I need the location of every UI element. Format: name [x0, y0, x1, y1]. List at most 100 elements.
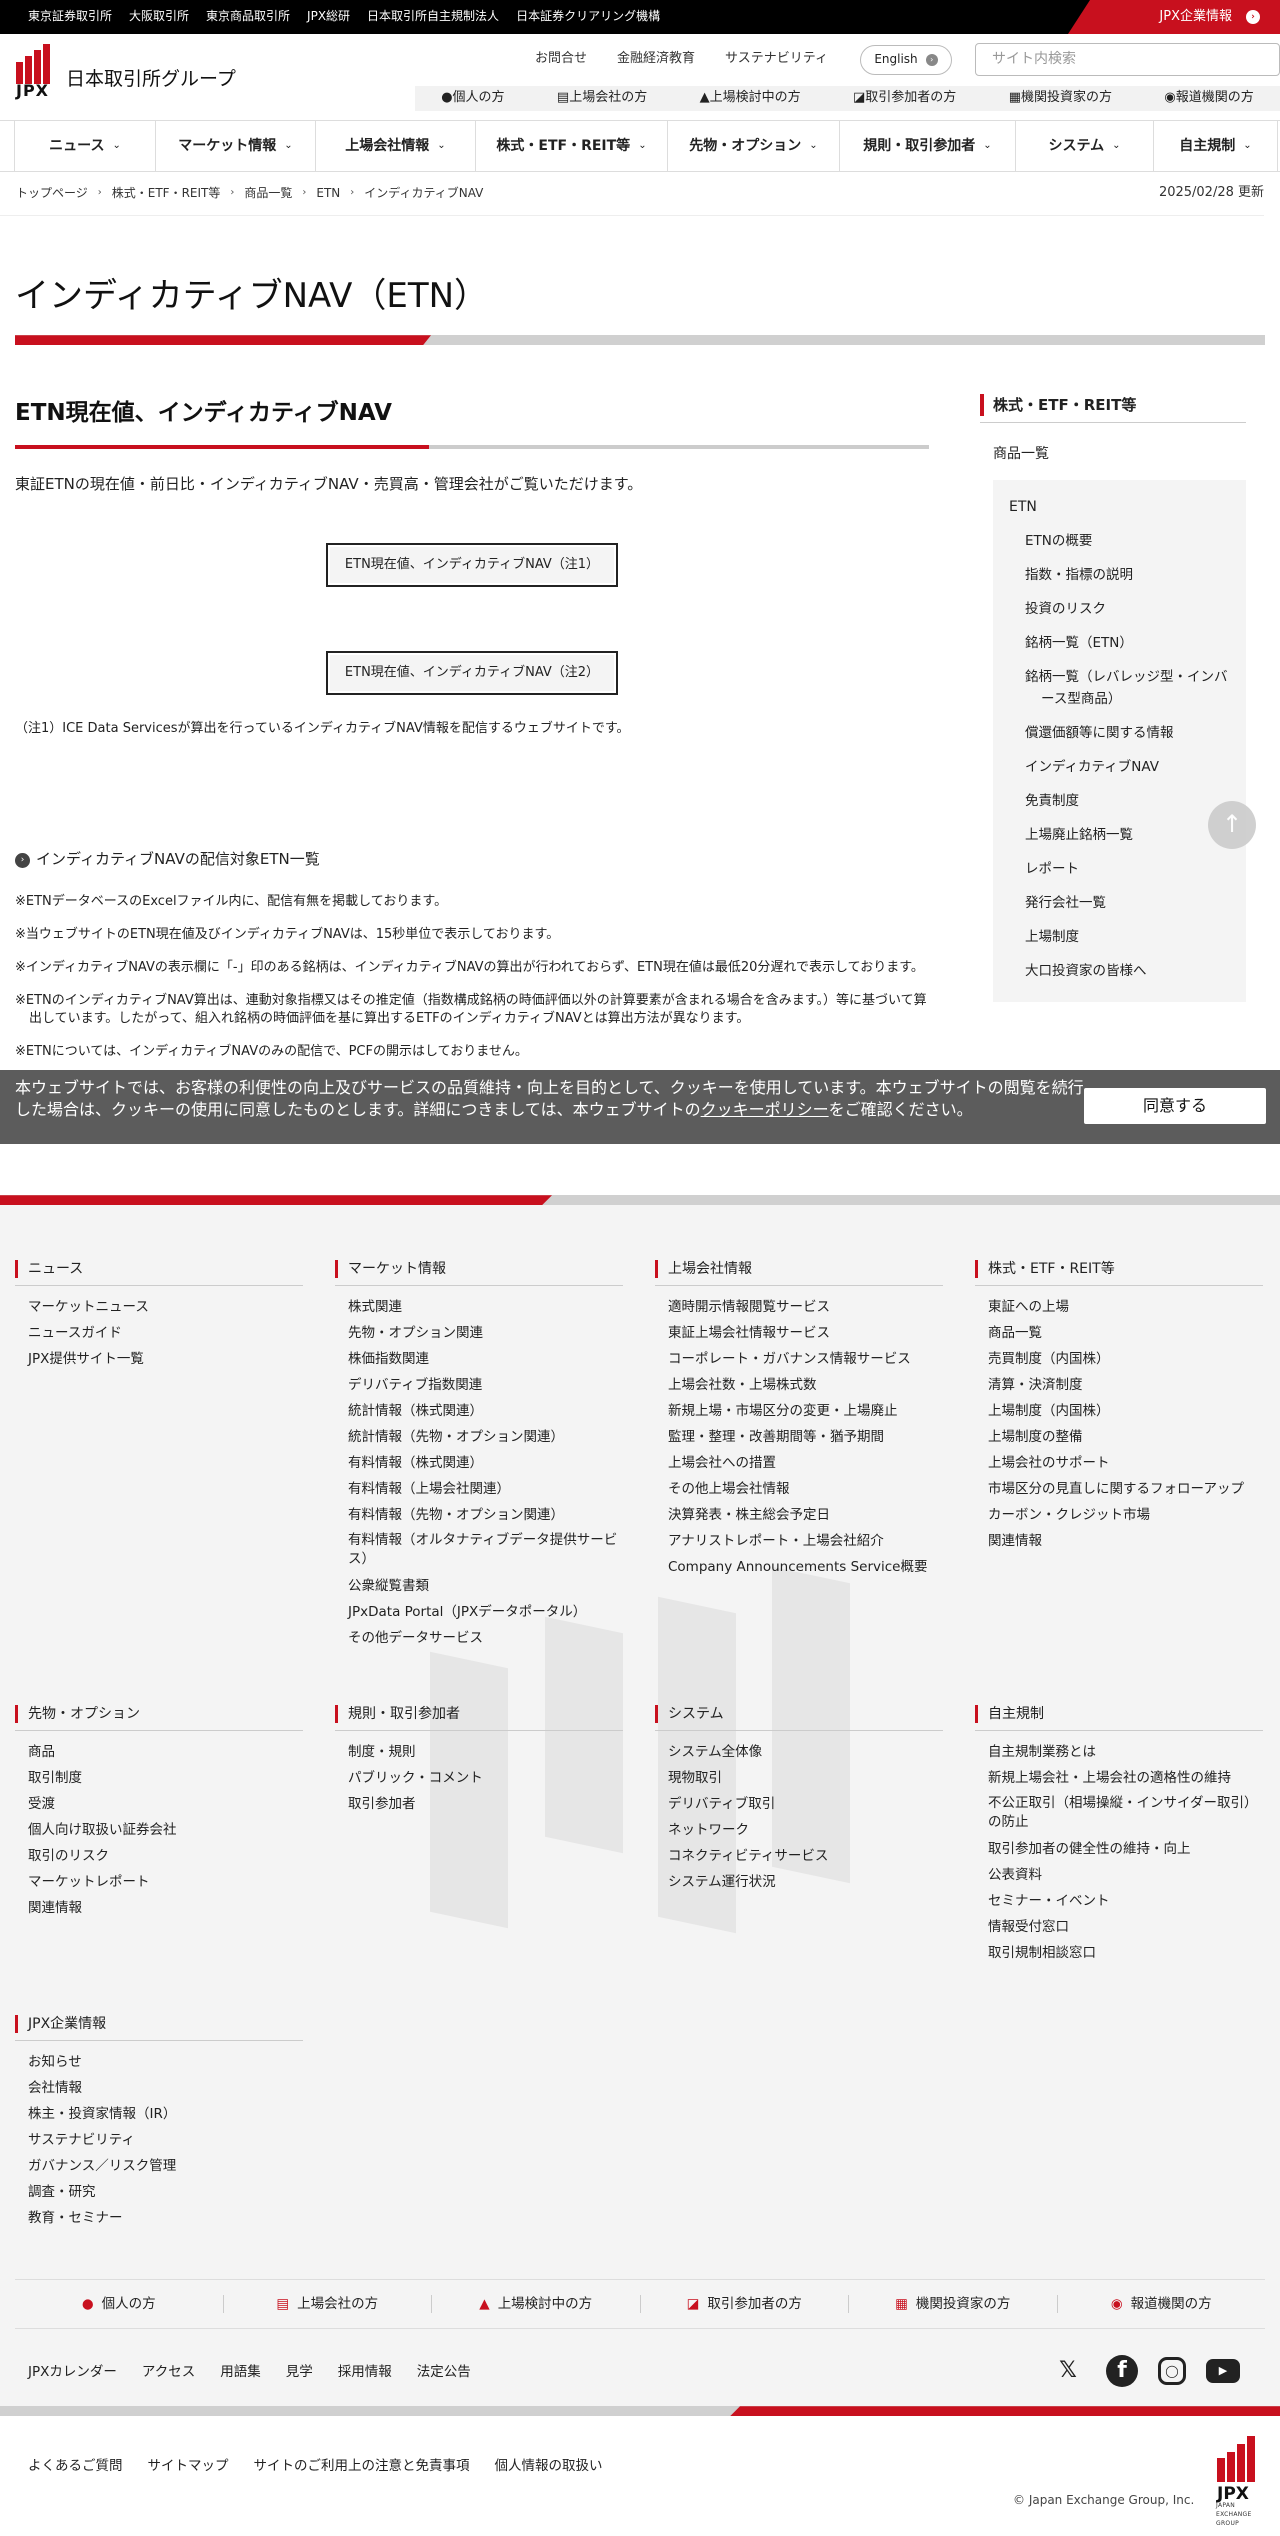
audience-candidate[interactable]: ▲上場検討中の方: [700, 89, 801, 108]
sidebar-item[interactable]: レポート: [993, 852, 1246, 886]
footer-link[interactable]: その他データサービス: [335, 1625, 623, 1651]
header-link-education[interactable]: 金融経済教育: [617, 50, 695, 69]
instagram-icon[interactable]: ◯: [1158, 2357, 1186, 2386]
gnav-news[interactable]: ニュース ⌄: [14, 121, 156, 171]
gnav-listed[interactable]: 上場会社情報 ⌄: [316, 121, 476, 171]
top-link-jscc[interactable]: 日本証券クリアリング機構: [516, 8, 660, 25]
sidebar-item-products[interactable]: 商品一覧: [993, 444, 1246, 464]
footer-audience-institutional[interactable]: ▦ 機関投資家の方: [849, 2295, 1058, 2314]
footer-link[interactable]: 決算発表・株主総会予定日: [655, 1502, 943, 1528]
footer-link[interactable]: 教育・セミナー: [15, 2205, 303, 2231]
footer-link[interactable]: 取引参加者の健全性の維持・向上: [975, 1836, 1263, 1862]
footer-link[interactable]: コーポレート・ガバナンス情報サービス: [655, 1346, 943, 1372]
top-link-tocom[interactable]: 東京商品取引所: [206, 8, 290, 25]
etn-nav-button-2[interactable]: ETN現在値、インディカティブNAV（注2）: [326, 651, 618, 696]
footer-link[interactable]: デリバティブ取引: [655, 1791, 943, 1817]
sidebar-item[interactable]: 投資のリスク: [993, 592, 1246, 626]
footer-link[interactable]: 適時開示情報閲覧サービス: [655, 1294, 943, 1320]
audience-press[interactable]: ◉報道機関の方: [1164, 89, 1253, 108]
footer-link[interactable]: コネクティビティサービス: [655, 1843, 943, 1869]
footer-link[interactable]: 清算・決済制度: [975, 1372, 1263, 1398]
bottom-link-terms[interactable]: サイトのご利用上の注意と免責事項: [254, 2457, 470, 2477]
footer-link[interactable]: パブリック・コメント: [335, 1765, 623, 1791]
youtube-icon[interactable]: ▶: [1206, 2359, 1240, 2384]
footer-link[interactable]: 不公正取引（相場操縦・インサイダー取引）の防止: [975, 1791, 1263, 1836]
footer-link[interactable]: サステナビリティ: [15, 2127, 303, 2153]
gnav-stocks[interactable]: 株式・ETF・REIT等 ⌄: [476, 121, 668, 171]
breadcrumb-top[interactable]: トップページ: [16, 185, 88, 202]
footer-link[interactable]: Company Announcements Service概要: [655, 1554, 943, 1580]
x-icon[interactable]: 𝕏: [1050, 2353, 1086, 2389]
footer-audience-candidate[interactable]: ▲ 上場検討中の方: [432, 2295, 641, 2314]
footer-link[interactable]: 東証上場会社情報サービス: [655, 1320, 943, 1346]
footer-link[interactable]: 有料情報（先物・オプション関連）: [335, 1502, 623, 1528]
footer-link[interactable]: セミナー・イベント: [975, 1888, 1263, 1914]
sidebar-item-etn[interactable]: ETN: [993, 490, 1246, 524]
footer-link[interactable]: 取引制度: [15, 1765, 303, 1791]
footer-link[interactable]: お知らせ: [15, 2049, 303, 2075]
footer-link[interactable]: 統計情報（先物・オプション関連）: [335, 1424, 623, 1450]
footer-link-glossary[interactable]: 用語集: [220, 2363, 261, 2383]
cookie-accept-button[interactable]: 同意する: [1084, 1088, 1266, 1125]
bottom-link-faq[interactable]: よくあるご質問: [28, 2457, 123, 2477]
footer-link[interactable]: デリバティブ指数関連: [335, 1372, 623, 1398]
top-link-jpxr[interactable]: 日本取引所自主規制法人: [367, 8, 499, 25]
footer-link[interactable]: 売買制度（内国株）: [975, 1346, 1263, 1372]
footer-link[interactable]: 有料情報（株式関連）: [335, 1450, 623, 1476]
scroll-to-top-button[interactable]: ↑: [1208, 801, 1256, 850]
footer-link[interactable]: JPxData Portal（JPXデータポータル）: [335, 1599, 623, 1625]
footer-link[interactable]: 制度・規則: [335, 1739, 623, 1765]
cookie-policy-link[interactable]: クッキーポリシー: [701, 1100, 829, 1119]
breadcrumb-products[interactable]: 商品一覧: [244, 185, 292, 202]
footer-link-notices[interactable]: 法定公告: [417, 2363, 471, 2383]
search-input[interactable]: サイト内検索: [975, 43, 1280, 76]
facebook-icon[interactable]: f: [1106, 2355, 1138, 2388]
footer-link[interactable]: 公衆縦覧書類: [335, 1573, 623, 1599]
footer-link[interactable]: 商品: [15, 1739, 303, 1765]
footer-link[interactable]: 関連情報: [15, 1895, 303, 1921]
footer-link[interactable]: システム全体像: [655, 1739, 943, 1765]
footer-audience-participant[interactable]: ◪ 取引参加者の方: [641, 2295, 849, 2314]
footer-link[interactable]: システム運行状況: [655, 1869, 943, 1895]
sidebar-item[interactable]: 償還価額等に関する情報: [993, 716, 1246, 750]
footer-link[interactable]: 取引参加者: [335, 1791, 623, 1817]
footer-link[interactable]: 監理・整理・改善期間等・猶予期間: [655, 1424, 943, 1450]
sidebar-item[interactable]: 免責制度: [993, 784, 1246, 818]
footer-link[interactable]: 市場区分の見直しに関するフォローアップ: [975, 1476, 1263, 1502]
footer-link[interactable]: 東証への上場: [975, 1294, 1263, 1320]
audience-listed[interactable]: ▤上場会社の方: [557, 89, 647, 108]
sidebar-item[interactable]: 発行会社一覧: [993, 886, 1246, 920]
etn-list-link[interactable]: › インディカティブNAVの配信対象ETN一覧: [15, 849, 929, 871]
sidebar-item[interactable]: 大口投資家の皆様へ: [993, 954, 1246, 988]
header-link-contact[interactable]: お問合せ: [535, 50, 587, 69]
footer-link[interactable]: ガバナンス／リスク管理: [15, 2153, 303, 2179]
footer-link[interactable]: 新規上場会社・上場会社の適格性の維持: [975, 1765, 1263, 1791]
gnav-rules[interactable]: 規則・取引参加者 ⌄: [840, 121, 1016, 171]
footer-link[interactable]: 株主・投資家情報（IR）: [15, 2101, 303, 2127]
gnav-selfreg[interactable]: 自主規制 ⌄: [1154, 121, 1278, 171]
footer-link[interactable]: カーボン・クレジット市場: [975, 1502, 1263, 1528]
audience-institutional[interactable]: ▦機関投資家の方: [1009, 89, 1112, 108]
footer-link[interactable]: ネットワーク: [655, 1817, 943, 1843]
footer-link[interactable]: 新規上場・市場区分の変更・上場廃止: [655, 1398, 943, 1424]
footer-link[interactable]: 有料情報（オルタナティブデータ提供サービス）: [335, 1528, 623, 1573]
sidebar-item[interactable]: 上場制度: [993, 920, 1246, 954]
footer-link[interactable]: 上場制度（内国株）: [975, 1398, 1263, 1424]
footer-link[interactable]: 現物取引: [655, 1765, 943, 1791]
footer-link[interactable]: その他上場会社情報: [655, 1476, 943, 1502]
footer-link[interactable]: マーケットニュース: [15, 1294, 303, 1320]
footer-audience-individual[interactable]: ● 個人の方: [15, 2295, 224, 2314]
sidebar-item[interactable]: ETNの概要: [993, 524, 1246, 558]
footer-link[interactable]: 個人向け取扱い証券会社: [15, 1817, 303, 1843]
gnav-system[interactable]: システム ⌄: [1016, 121, 1154, 171]
top-link-jpxi[interactable]: JPX総研: [307, 8, 350, 25]
footer-link[interactable]: 上場制度の整備: [975, 1424, 1263, 1450]
etn-nav-button-1[interactable]: ETN現在値、インディカティブNAV（注1）: [326, 543, 618, 588]
footer-link[interactable]: 公表資料: [975, 1862, 1263, 1888]
footer-link[interactable]: 関連情報: [975, 1528, 1263, 1554]
breadcrumb-etn[interactable]: ETN: [316, 185, 340, 202]
footer-link[interactable]: 受渡: [15, 1791, 303, 1817]
header-link-sustainability[interactable]: サステナビリティ: [725, 50, 828, 69]
footer-audience-listed[interactable]: ▤ 上場会社の方: [224, 2295, 432, 2314]
footer-link[interactable]: 取引規制相談窓口: [975, 1940, 1263, 1966]
